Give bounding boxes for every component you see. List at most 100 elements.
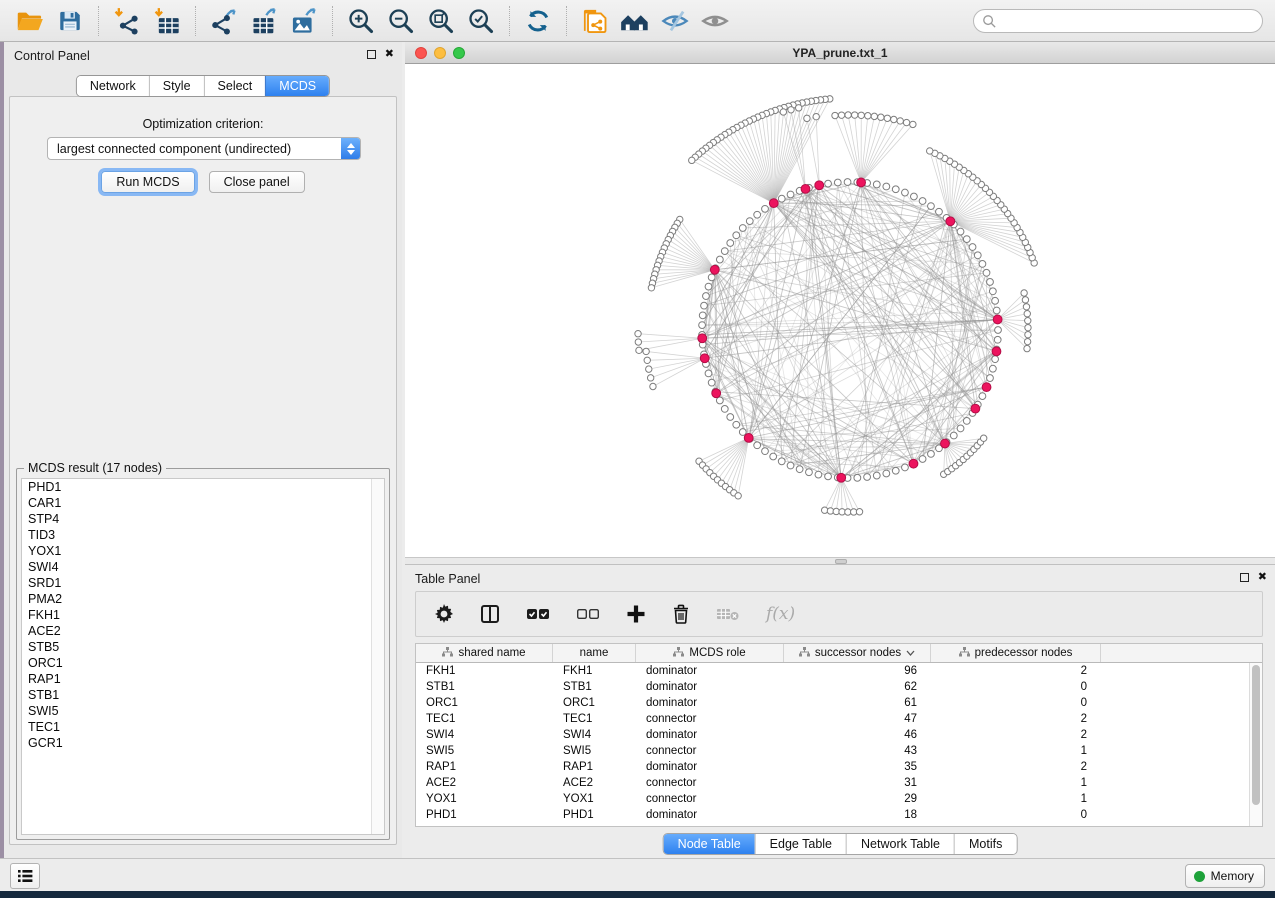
mcds-list-item[interactable]: RAP1 [22, 671, 384, 687]
table-cell: connector [636, 743, 784, 759]
table-scrollbar-thumb[interactable] [1252, 665, 1260, 805]
show-all-icon[interactable] [698, 5, 732, 37]
delete-icon[interactable] [672, 604, 690, 624]
tab-network-table[interactable]: Network Table [846, 834, 954, 854]
export-network-icon[interactable] [207, 5, 241, 37]
mcds-result-list[interactable]: PHD1CAR1STP4TID3YOX1SWI4SRD1PMA2FKH1ACE2… [21, 478, 385, 835]
add-icon[interactable] [626, 604, 646, 624]
tab-network[interactable]: Network [77, 76, 149, 96]
network-window-titlebar[interactable]: YPA_prune.txt_1 [405, 42, 1275, 64]
zoom-in-icon[interactable] [344, 5, 378, 37]
close-panel-icon[interactable]: ✖ [385, 49, 394, 60]
optimization-criterion-dropdown[interactable]: largest connected component (undirected) [47, 137, 361, 160]
tab-motifs[interactable]: Motifs [954, 834, 1016, 854]
table-cell: SWI4 [416, 727, 553, 743]
table-cell: 0 [931, 679, 1101, 695]
table-row[interactable]: SWI5SWI5connector431 [416, 743, 1262, 759]
column-header-successor-nodes[interactable]: successor nodes [784, 644, 931, 662]
mcds-list-item[interactable]: SWI5 [22, 703, 384, 719]
column-header-shared-name[interactable]: shared name [416, 644, 553, 662]
close-table-panel-icon[interactable]: ✖ [1258, 572, 1267, 583]
run-mcds-button[interactable]: Run MCDS [101, 171, 194, 193]
mcds-list-item[interactable]: TEC1 [22, 719, 384, 735]
table-cell: SWI5 [553, 743, 636, 759]
mcds-list-item[interactable]: SRD1 [22, 575, 384, 591]
panel-divider[interactable] [405, 557, 1275, 565]
mcds-list-item[interactable]: STB5 [22, 639, 384, 655]
column-header-MCDS-role[interactable]: MCDS role [636, 644, 784, 662]
table-row[interactable]: RAP1RAP1dominator352 [416, 759, 1262, 775]
deselect-all-icon[interactable] [576, 606, 600, 622]
table-cell: STB1 [553, 679, 636, 695]
table-scrollbar[interactable] [1249, 663, 1262, 826]
table-row[interactable]: ORC1ORC1dominator610 [416, 695, 1262, 711]
close-window-icon[interactable] [415, 47, 427, 59]
table-cell: TEC1 [416, 711, 553, 727]
search-field[interactable] [997, 11, 1262, 31]
list-icon [17, 869, 33, 883]
zoom-selected-icon[interactable] [464, 5, 498, 37]
clone-network-icon[interactable] [578, 5, 612, 37]
table-cell: connector [636, 775, 784, 791]
float-table-panel-icon[interactable] [1240, 573, 1249, 582]
divider-grip[interactable] [835, 559, 847, 564]
import-network-icon[interactable] [110, 5, 144, 37]
column-header-name[interactable]: name [553, 644, 636, 662]
show-column-icon[interactable] [480, 604, 500, 624]
close-panel-button[interactable]: Close panel [209, 171, 305, 193]
mcds-list-item[interactable]: SWI4 [22, 559, 384, 575]
minimize-window-icon[interactable] [434, 47, 446, 59]
table-cell: TEC1 [553, 711, 636, 727]
import-table-icon[interactable] [150, 5, 184, 37]
list-scrollbar[interactable] [371, 479, 384, 834]
maximize-window-icon[interactable] [453, 47, 465, 59]
table-cell: ORC1 [553, 695, 636, 711]
settings-gear-icon[interactable] [434, 604, 454, 624]
mcds-list-item[interactable]: ORC1 [22, 655, 384, 671]
memory-button[interactable]: Memory [1185, 864, 1265, 888]
column-label: predecessor nodes [975, 647, 1073, 659]
mcds-list-item[interactable]: GCR1 [22, 735, 384, 751]
table-row[interactable]: YOX1YOX1connector291 [416, 791, 1262, 807]
table-row[interactable]: STB1STB1dominator620 [416, 679, 1262, 695]
network-canvas[interactable] [405, 64, 1275, 557]
table-row[interactable]: PHD1PHD1dominator180 [416, 807, 1262, 823]
first-neighbors-icon[interactable] [618, 5, 652, 37]
tab-edge-table[interactable]: Edge Table [755, 834, 846, 854]
table-row[interactable]: TEC1TEC1connector472 [416, 711, 1262, 727]
search-input[interactable] [973, 9, 1263, 33]
table-row[interactable]: ACE2ACE2connector311 [416, 775, 1262, 791]
mcds-list-item[interactable]: TID3 [22, 527, 384, 543]
float-panel-icon[interactable] [367, 50, 376, 59]
table-row[interactable]: FKH1FKH1dominator962 [416, 663, 1262, 679]
export-table-icon[interactable] [247, 5, 281, 37]
mcds-list-item[interactable]: FKH1 [22, 607, 384, 623]
sort-desc-icon [906, 647, 915, 659]
tab-style[interactable]: Style [149, 76, 204, 96]
table-row[interactable]: SWI4SWI4dominator462 [416, 727, 1262, 743]
mcds-result-groupbox: MCDS result (17 nodes) PHD1CAR1STP4TID3Y… [16, 468, 390, 840]
dropdown-stepper-icon [341, 138, 360, 159]
select-all-icon[interactable] [526, 606, 550, 622]
mcds-list-item[interactable]: PMA2 [22, 591, 384, 607]
open-session-icon[interactable] [13, 5, 47, 37]
zoom-fit-icon[interactable] [424, 5, 458, 37]
mcds-list-item[interactable]: CAR1 [22, 495, 384, 511]
export-image-icon[interactable] [287, 5, 321, 37]
refresh-icon[interactable] [521, 5, 555, 37]
mcds-list-item[interactable]: PHD1 [22, 479, 384, 495]
table-cell: PHD1 [416, 807, 553, 823]
tab-mcds[interactable]: MCDS [265, 76, 329, 96]
tab-select[interactable]: Select [204, 76, 266, 96]
column-header-predecessor-nodes[interactable]: predecessor nodes [931, 644, 1101, 662]
hide-selected-icon[interactable] [658, 5, 692, 37]
mcds-list-item[interactable]: YOX1 [22, 543, 384, 559]
zoom-out-icon[interactable] [384, 5, 418, 37]
tab-node-table[interactable]: Node Table [664, 834, 755, 854]
mcds-list-item[interactable]: STP4 [22, 511, 384, 527]
save-session-icon[interactable] [53, 5, 87, 37]
mcds-list-item[interactable]: ACE2 [22, 623, 384, 639]
mcds-list-item[interactable]: STB1 [22, 687, 384, 703]
show-panels-button[interactable] [10, 863, 40, 889]
table-panel: Table Panel ✖ [405, 565, 1275, 858]
